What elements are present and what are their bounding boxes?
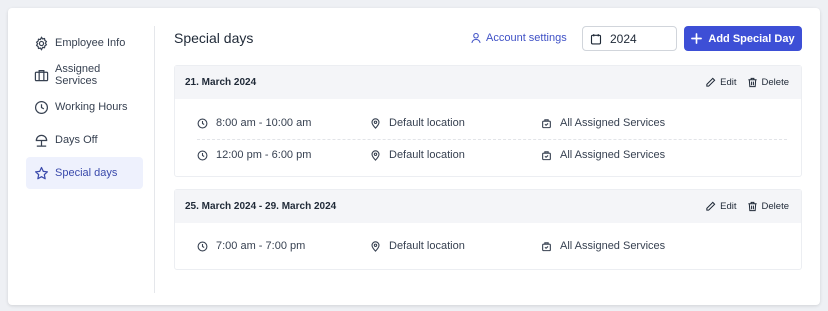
edit-button[interactable]: Edit [705, 77, 737, 88]
delete-button[interactable]: Delete [747, 77, 789, 88]
special-day-card: 21. March 2024 Edit Delete 8:00 am - 10:… [174, 65, 802, 177]
delete-button[interactable]: Delete [747, 201, 789, 212]
edit-label: Edit [720, 201, 737, 212]
pencil-icon [706, 77, 716, 87]
sidebar-divider [154, 26, 155, 293]
special-day-header: 21. March 2024 Edit Delete [175, 66, 801, 99]
services-bag-icon [542, 118, 551, 128]
location-pin-icon [371, 240, 380, 252]
trash-icon [747, 77, 757, 88]
sidebar-item-label: Special days [55, 167, 118, 179]
briefcase-icon [34, 68, 49, 83]
delete-label: Delete [761, 201, 789, 212]
clock-icon [197, 118, 208, 128]
gear-icon [34, 35, 49, 51]
services-bag-icon [542, 150, 551, 160]
slot-time: 12:00 pm - 6:00 pm [216, 149, 312, 161]
slot-services: All Assigned Services [560, 240, 666, 252]
year-value: 2024 [610, 31, 637, 46]
sidebar: Employee Info Assigned Services Working … [8, 8, 155, 305]
page-title: Special days [174, 30, 254, 46]
special-day-card: 25. March 2024 - 29. March 2024 Edit Del… [174, 189, 802, 270]
beach-umbrella-icon [34, 133, 49, 148]
account-settings-label: Account settings [486, 32, 567, 44]
sidebar-item-employee-info[interactable]: Employee Info [26, 27, 143, 59]
sidebar-item-working-hours[interactable]: Working Hours [26, 91, 143, 123]
sidebar-item-label: Days Off [55, 134, 98, 146]
account-settings-link[interactable]: Account settings [470, 32, 567, 44]
special-days-panel: Employee Info Assigned Services Working … [8, 8, 820, 305]
sidebar-item-special-days[interactable]: Special days [26, 157, 143, 189]
sidebar-item-label: Employee Info [55, 37, 126, 49]
time-slot-row: 8:00 am - 10:00 am Default location All … [175, 107, 801, 139]
time-slot-row: 12:00 pm - 6:00 pm Default location All … [175, 139, 801, 171]
sidebar-item-assigned-services[interactable]: Assigned Services [26, 59, 143, 91]
user-icon [471, 32, 481, 44]
slot-location: Default location [389, 149, 465, 161]
year-picker[interactable]: 2024 [582, 26, 677, 51]
special-day-header: 25. March 2024 - 29. March 2024 Edit Del… [175, 190, 801, 223]
clock-icon [197, 241, 208, 251]
delete-label: Delete [761, 77, 789, 88]
clock-icon [197, 150, 208, 160]
calendar-icon [590, 33, 602, 44]
special-day-date: 21. March 2024 [185, 77, 257, 88]
add-special-day-label: Add Special Day [708, 32, 795, 45]
location-pin-icon [371, 117, 380, 129]
add-special-day-button[interactable]: Add Special Day [684, 26, 802, 51]
slot-location: Default location [389, 117, 465, 129]
clock-icon [34, 100, 49, 115]
slot-time: 8:00 am - 10:00 am [216, 117, 312, 129]
slot-services: All Assigned Services [560, 149, 666, 161]
services-bag-icon [542, 241, 551, 251]
plus-icon [691, 33, 703, 44]
star-icon [34, 166, 49, 181]
sidebar-item-days-off[interactable]: Days Off [26, 124, 143, 156]
sidebar-item-label: Assigned Services [55, 63, 101, 87]
edit-label: Edit [720, 77, 737, 88]
row-separator [197, 139, 787, 140]
time-slot-row: 7:00 am - 7:00 pm Default location All A… [175, 230, 801, 262]
trash-icon [747, 201, 757, 212]
edit-button[interactable]: Edit [705, 201, 737, 212]
pencil-icon [706, 201, 716, 211]
special-day-date: 25. March 2024 - 29. March 2024 [185, 201, 337, 212]
slot-time: 7:00 am - 7:00 pm [216, 240, 306, 252]
sidebar-item-label: Working Hours [55, 101, 128, 113]
location-pin-icon [371, 149, 380, 161]
slot-location: Default location [389, 240, 465, 252]
slot-services: All Assigned Services [560, 117, 666, 129]
